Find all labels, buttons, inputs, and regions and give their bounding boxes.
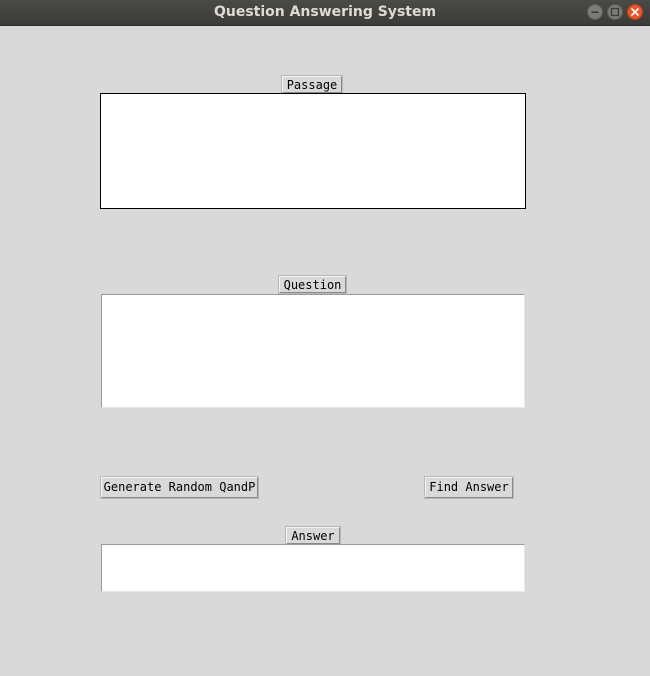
close-button[interactable] (627, 4, 643, 20)
minimize-button[interactable] (587, 4, 603, 20)
answer-textbox[interactable] (101, 544, 525, 592)
app-window: Question Answering System Passage Questi… (0, 0, 650, 676)
maximize-button[interactable] (607, 4, 623, 20)
maximize-icon (610, 7, 620, 17)
close-icon (631, 8, 639, 16)
generate-random-button[interactable]: Generate Random QandP (101, 477, 258, 498)
question-textbox[interactable] (101, 294, 525, 408)
title-bar: Question Answering System (0, 0, 650, 26)
answer-label-button[interactable]: Answer (286, 527, 340, 544)
window-title: Question Answering System (213, 4, 437, 20)
find-answer-button[interactable]: Find Answer (425, 477, 513, 498)
passage-textbox[interactable] (100, 93, 526, 209)
question-label-button[interactable]: Question (279, 276, 346, 293)
passage-label-button[interactable]: Passage (282, 76, 342, 93)
minimize-icon (591, 11, 599, 13)
